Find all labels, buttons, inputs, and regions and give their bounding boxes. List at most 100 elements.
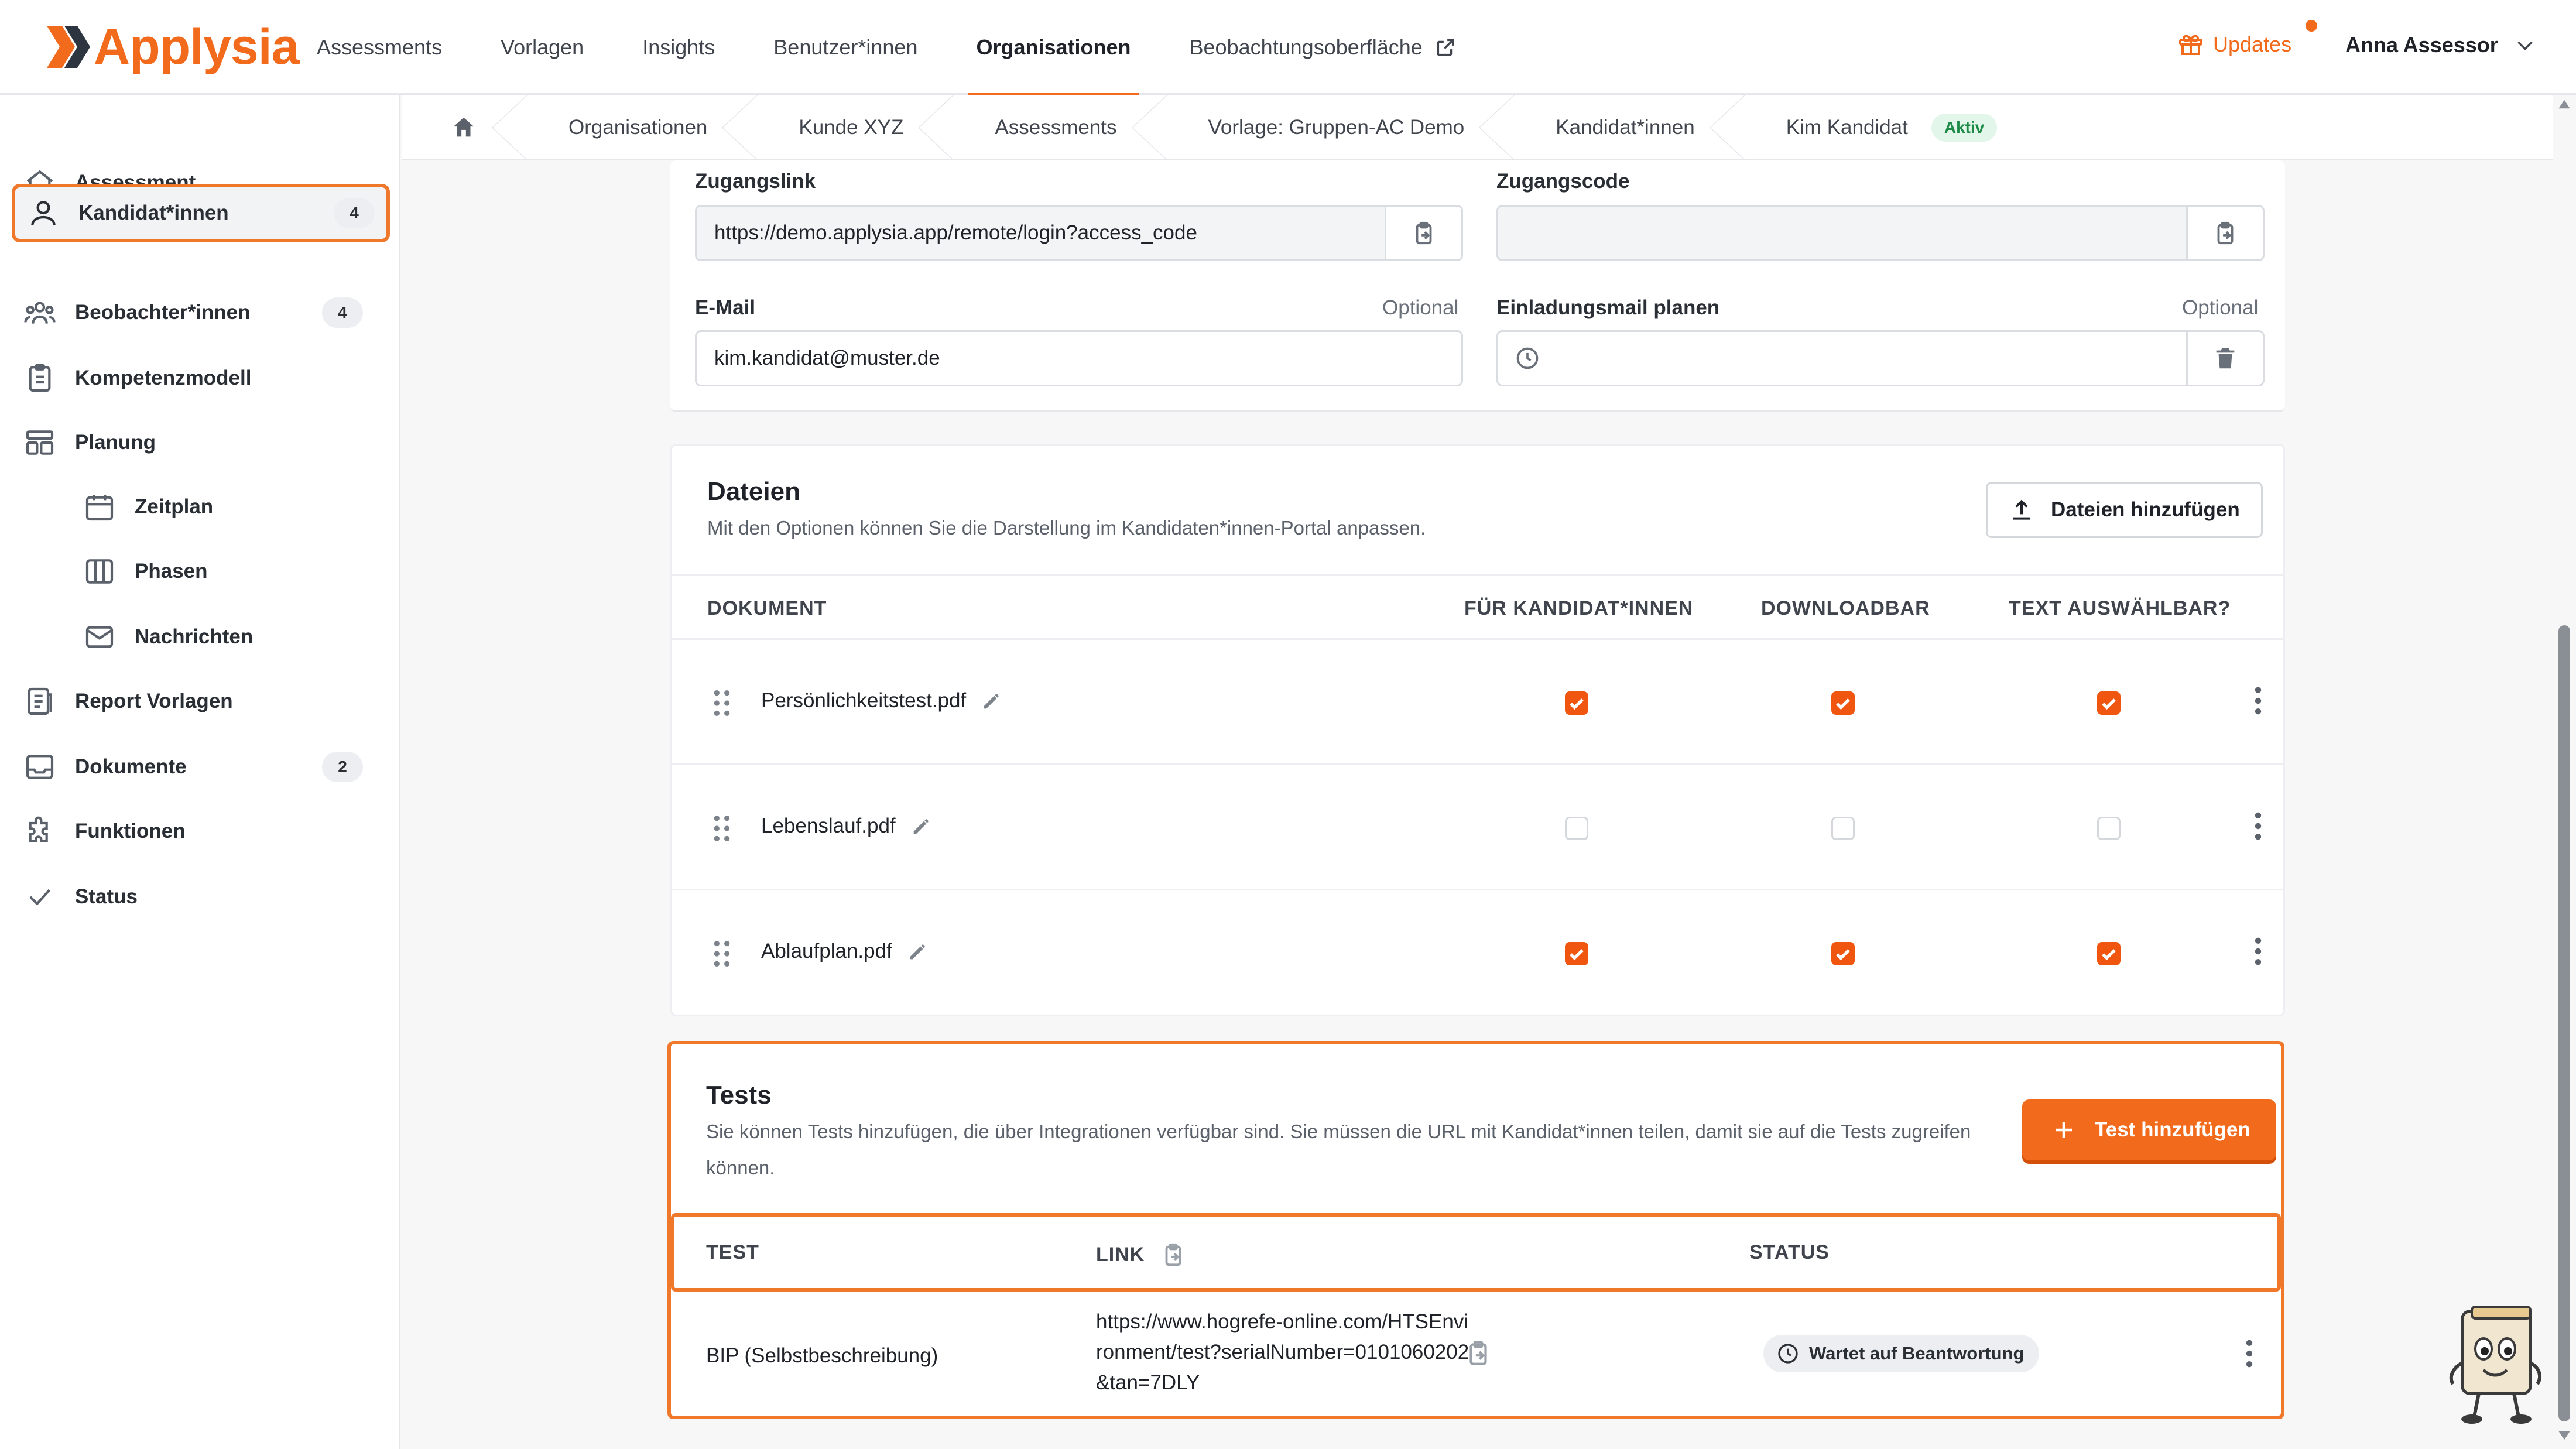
sidebar-item-planung[interactable]: Planung bbox=[23, 413, 375, 472]
sidebar-item-label: Beobachter*innen bbox=[75, 301, 251, 324]
pencil-icon[interactable] bbox=[910, 814, 933, 838]
check-icon bbox=[29, 889, 50, 906]
checkbox-for-candidates[interactable] bbox=[1565, 942, 1588, 965]
sidebar-badge: 2 bbox=[322, 752, 363, 782]
clipboard-copy-icon bbox=[2217, 221, 2234, 245]
access-link-input[interactable]: https://demo.applysia.app/remote/login?a… bbox=[695, 205, 1387, 261]
invite-label: Einladungsmail planen bbox=[1496, 296, 1720, 319]
trash-icon bbox=[2216, 348, 2235, 369]
sidebar-item-kandidatinnen[interactable]: Kandidat*innen 4 bbox=[12, 184, 390, 242]
home-icon bbox=[453, 117, 474, 137]
user-menu[interactable]: Anna Assessor bbox=[2345, 33, 2537, 57]
breadcrumb-assessments[interactable]: Assessments bbox=[954, 95, 1167, 160]
updates-notification-dot bbox=[2306, 20, 2318, 32]
column-header: FÜR KANDIDAT*INNEN bbox=[1464, 597, 1694, 619]
breadcrumb-vorlage[interactable]: Vorlage: Gruppen-AC Demo bbox=[1167, 95, 1515, 160]
checkbox-for-candidates[interactable] bbox=[1565, 817, 1588, 840]
breadcrumb-kunde[interactable]: Kunde XYZ bbox=[758, 95, 954, 160]
updates-button[interactable]: Updates bbox=[2177, 20, 2318, 59]
breadcrumb-organisationen[interactable]: Organisationen bbox=[527, 95, 758, 160]
sidebar-badge: 4 bbox=[334, 198, 375, 228]
checkbox-downloadable[interactable] bbox=[1831, 942, 1855, 965]
checkbox-for-candidates[interactable] bbox=[1565, 691, 1588, 715]
applysia-logo[interactable]: Applysia bbox=[44, 18, 299, 76]
drag-handle-icon[interactable] bbox=[713, 938, 731, 969]
test-link[interactable]: https://www.hogrefe-online.com/HTSEnviro… bbox=[1096, 1307, 1471, 1398]
sidebar-item-label: Report Vorlagen bbox=[75, 690, 233, 712]
checkmark-icon bbox=[1570, 698, 1584, 710]
sidebar-item-nachrichten[interactable]: Nachrichten bbox=[83, 608, 376, 666]
mascot-assistant-icon[interactable] bbox=[2441, 1304, 2547, 1427]
checkmark-icon bbox=[2102, 949, 2116, 961]
table-row: Lebenslauf.pdf bbox=[672, 765, 2283, 890]
status-badge: Wartet auf Beantwortung bbox=[1763, 1335, 2040, 1372]
clear-invite-button[interactable] bbox=[2186, 330, 2265, 386]
clipboard-copy-icon[interactable] bbox=[1464, 1338, 1493, 1368]
add-test-button[interactable]: Test hinzufügen bbox=[2022, 1099, 2276, 1160]
more-options-icon[interactable] bbox=[2252, 811, 2264, 841]
column-header: TEXT AUSWÄHLBAR? bbox=[2009, 597, 2231, 619]
more-options-icon[interactable] bbox=[2252, 686, 2264, 716]
calendar-icon bbox=[85, 495, 114, 521]
files-card: Dateien Mit den Optionen können Sie die … bbox=[670, 444, 2285, 1016]
checkbox-downloadable[interactable] bbox=[1831, 691, 1855, 715]
clipboard-icon bbox=[29, 364, 51, 392]
access-code-input[interactable] bbox=[1496, 205, 2188, 261]
sidebar-item-label: Status bbox=[75, 885, 138, 908]
checkbox-downloadable[interactable] bbox=[1831, 817, 1855, 840]
invite-datetime-input[interactable] bbox=[1496, 330, 2188, 386]
copy-link-button[interactable] bbox=[1385, 205, 1463, 261]
copy-code-button[interactable] bbox=[2186, 205, 2265, 261]
sidebar-item-dokumente[interactable]: Dokumente 2 bbox=[23, 738, 375, 796]
tests-title: Tests bbox=[706, 1081, 772, 1109]
checkbox-text-selectable[interactable] bbox=[2097, 817, 2121, 840]
test-name: BIP (Selbstbeschreibung) bbox=[706, 1344, 938, 1367]
nav-insights[interactable]: Insights bbox=[642, 0, 715, 95]
checkmark-icon bbox=[1836, 698, 1850, 710]
nav-benutzer[interactable]: Benutzer*innen bbox=[773, 0, 917, 95]
nav-beobachtungsoberflaeche-label: Beobachtungsoberfläche bbox=[1189, 35, 1423, 59]
document-name: Ablaufplan.pdf bbox=[761, 940, 930, 963]
sidebar-item-report-vorlagen[interactable]: Report Vorlagen bbox=[23, 672, 375, 731]
nav-organisationen[interactable]: Organisationen bbox=[968, 0, 1139, 97]
clipboard-copy-icon bbox=[1416, 221, 1432, 245]
sidebar-item-label: Funktionen bbox=[75, 820, 186, 842]
scroll-down-arrow-icon[interactable] bbox=[2557, 1429, 2571, 1443]
drag-handle-icon[interactable] bbox=[713, 813, 731, 844]
scrollbar-thumb[interactable] bbox=[2558, 625, 2570, 1421]
nav-assessments[interactable]: Assessments bbox=[317, 0, 442, 95]
sidebar-item-status[interactable]: Status bbox=[23, 868, 375, 926]
pencil-icon[interactable] bbox=[980, 689, 1003, 712]
breadcrumb-kandidatinnen[interactable]: Kandidat*innen bbox=[1515, 95, 1746, 160]
sidebar-item-kompetenzmodell[interactable]: Kompetenzmodell bbox=[23, 349, 375, 407]
sidebar-item-funktionen[interactable]: Funktionen bbox=[23, 802, 375, 861]
more-options-icon[interactable] bbox=[2252, 936, 2264, 967]
sidebar-item-phasen[interactable]: Phasen bbox=[83, 542, 376, 601]
sidebar-item-zeitplan[interactable]: Zeitplan bbox=[83, 478, 376, 536]
column-header: STATUS bbox=[1749, 1241, 1830, 1263]
email-field[interactable]: kim.kandidat@muster.de bbox=[695, 330, 1463, 386]
checkmark-icon bbox=[1570, 949, 1584, 961]
access-code-label: Zugangscode bbox=[1496, 170, 1630, 193]
external-link-icon bbox=[1437, 39, 1454, 56]
table-row: BIP (Selbstbeschreibung) https://www.hog… bbox=[671, 1292, 2281, 1416]
sidebar-item-label: Dokumente bbox=[75, 755, 187, 778]
user-name: Anna Assessor bbox=[2345, 33, 2498, 57]
checkbox-text-selectable[interactable] bbox=[2097, 691, 2121, 715]
checkbox-text-selectable[interactable] bbox=[2097, 942, 2121, 965]
sidebar-item-beobachterinnen[interactable]: Beobachter*innen 4 bbox=[23, 283, 375, 342]
clipboard-copy-icon[interactable] bbox=[1160, 1241, 1187, 1268]
puzzle-icon bbox=[29, 816, 48, 842]
pencil-icon[interactable] bbox=[906, 940, 930, 963]
nav-vorlagen[interactable]: Vorlagen bbox=[501, 0, 584, 95]
nav-beobachtungsoberflaeche[interactable]: Beobachtungsoberfläche bbox=[1190, 0, 1457, 95]
drag-handle-icon[interactable] bbox=[713, 688, 731, 718]
inbox-icon bbox=[26, 755, 54, 779]
add-files-button[interactable]: Dateien hinzufügen bbox=[1986, 482, 2263, 538]
more-options-icon[interactable] bbox=[2243, 1338, 2255, 1369]
scroll-up-arrow-icon[interactable] bbox=[2557, 97, 2571, 111]
add-test-label: Test hinzufügen bbox=[2095, 1118, 2250, 1141]
clock-icon bbox=[1778, 1344, 1798, 1364]
files-table-header: DOKUMENT FÜR KANDIDAT*INNEN DOWNLOADBAR … bbox=[672, 574, 2283, 640]
breadcrumb-home[interactable] bbox=[402, 95, 527, 160]
